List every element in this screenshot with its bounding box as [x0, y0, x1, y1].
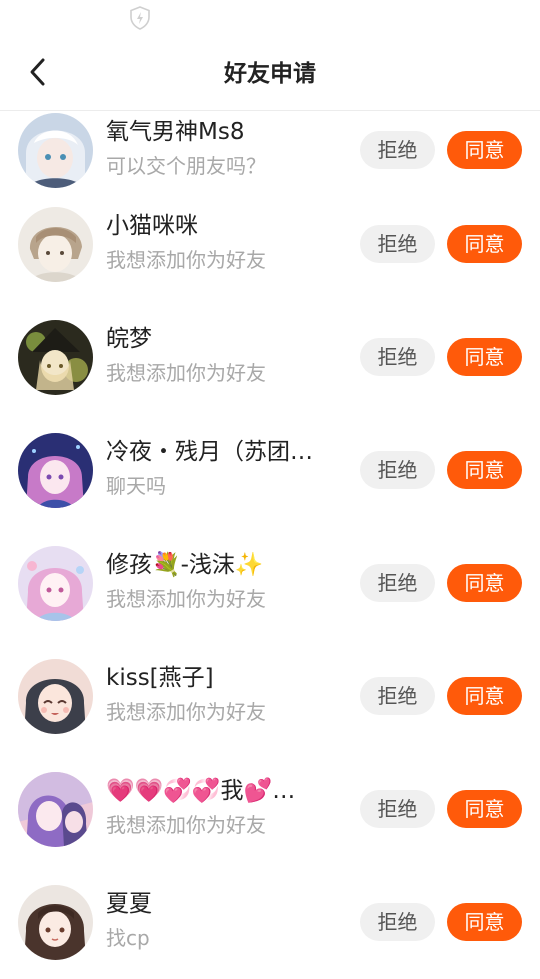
reject-button[interactable]: 拒绝 — [360, 131, 435, 169]
accept-button[interactable]: 同意 — [447, 677, 522, 715]
reject-button[interactable]: 拒绝 — [360, 677, 435, 715]
request-message: 我想添加你为好友 — [106, 813, 266, 837]
request-message: 我想添加你为好友 — [106, 361, 266, 385]
page-title: 好友申请 — [224, 61, 316, 87]
requester-name: 夏夏 — [106, 891, 152, 917]
accept-button[interactable]: 同意 — [447, 338, 522, 376]
accept-button[interactable]: 同意 — [447, 903, 522, 941]
avatar[interactable] — [18, 659, 93, 734]
friend-request-list: 氧气男神Ms8 可以交个朋友吗？ 拒绝 同意 小猫咪咪 我想添加你为好友 拒绝 … — [0, 0, 540, 960]
friend-request-row: 夏夏 找cp 拒绝 同意 — [0, 866, 540, 979]
friend-request-row: 修孩💐-浅沫✨ 我想添加你为好友 拒绝 同意 — [0, 527, 540, 640]
request-message: 找cp — [106, 926, 150, 950]
avatar[interactable] — [18, 113, 93, 188]
reject-button[interactable]: 拒绝 — [360, 338, 435, 376]
request-message: 我想添加你为好友 — [106, 248, 266, 272]
requester-name: 修孩💐-浅沫✨ — [106, 552, 264, 578]
request-message: 可以交个朋友吗？ — [106, 154, 266, 178]
friend-request-row: 小猫咪咪 我想添加你为好友 拒绝 同意 — [0, 188, 540, 301]
reject-button[interactable]: 拒绝 — [360, 903, 435, 941]
accept-button[interactable]: 同意 — [447, 131, 522, 169]
accept-button[interactable]: 同意 — [447, 451, 522, 489]
requester-name: 💗💗💞💞我💕… — [106, 778, 296, 804]
requester-name: 氧气男神Ms8 — [106, 119, 245, 145]
accept-button[interactable]: 同意 — [447, 564, 522, 602]
avatar[interactable] — [18, 207, 93, 282]
friend-request-row: 皖梦 我想添加你为好友 拒绝 同意 — [0, 301, 540, 414]
friend-request-row: 💗💗💞💞我💕… 我想添加你为好友 拒绝 同意 — [0, 753, 540, 866]
request-message: 我想添加你为好友 — [106, 587, 266, 611]
reject-button[interactable]: 拒绝 — [360, 790, 435, 828]
friend-request-row: kiss[燕子] 我想添加你为好友 拒绝 同意 — [0, 640, 540, 753]
reject-button[interactable]: 拒绝 — [360, 564, 435, 602]
avatar[interactable] — [18, 320, 93, 395]
requester-name: 皖梦 — [106, 326, 152, 352]
accept-button[interactable]: 同意 — [447, 790, 522, 828]
requester-name: 冷夜・残月（苏团… — [106, 439, 313, 465]
reject-button[interactable]: 拒绝 — [360, 225, 435, 263]
requester-name: 小猫咪咪 — [106, 213, 198, 239]
requester-name: kiss[燕子] — [106, 665, 214, 691]
avatar[interactable] — [18, 885, 93, 960]
request-message: 我想添加你为好友 — [106, 700, 266, 724]
nav-bar: 好友申请 — [0, 38, 540, 111]
avatar[interactable] — [18, 772, 93, 847]
avatar[interactable] — [18, 433, 93, 508]
request-message: 聊天吗 — [106, 474, 166, 498]
accept-button[interactable]: 同意 — [447, 225, 522, 263]
reject-button[interactable]: 拒绝 — [360, 451, 435, 489]
avatar[interactable] — [18, 546, 93, 621]
friend-request-row: 冷夜・残月（苏团… 聊天吗 拒绝 同意 — [0, 414, 540, 527]
